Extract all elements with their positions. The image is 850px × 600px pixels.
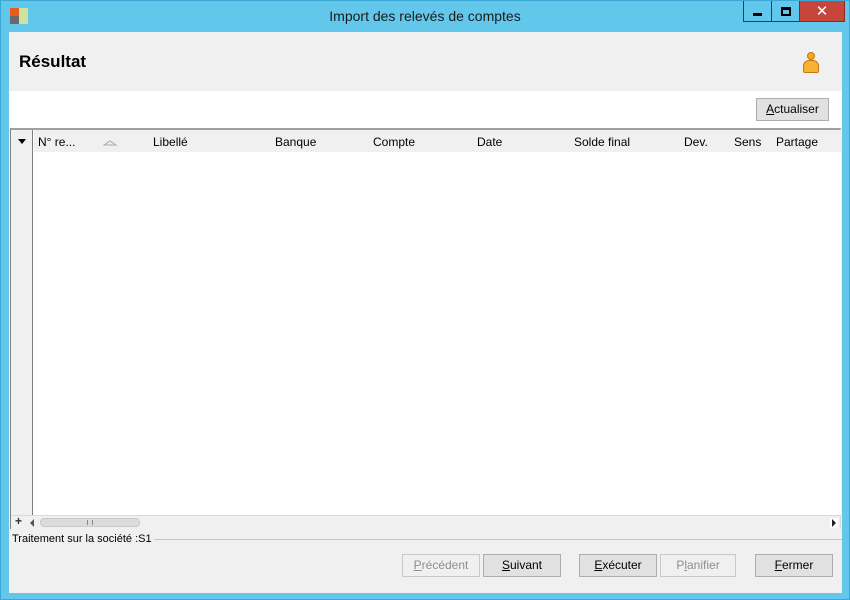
close-accel: F: [774, 558, 782, 572]
maximize-button[interactable]: [771, 1, 800, 22]
minimize-icon: [753, 12, 762, 16]
column-header-libelle[interactable]: Libellé: [153, 135, 188, 149]
grid-body[interactable]: [34, 152, 841, 515]
user-icon[interactable]: [802, 52, 820, 74]
execute-button[interactable]: Exécuter: [579, 554, 657, 577]
column-header-date[interactable]: Date: [477, 135, 502, 149]
previous-accel: P: [413, 558, 422, 572]
status-line: Traitement sur la société :S1: [9, 532, 842, 546]
page-title: Résultat: [19, 52, 87, 71]
toolbar-panel: Actualiser: [9, 91, 842, 128]
refresh-label: ctualiser: [774, 102, 819, 116]
next-accel: S: [501, 558, 510, 572]
execute-label: xécuter: [602, 558, 642, 572]
client-area: Résultat Actualiser N° re... Libellé Ban…: [9, 32, 842, 593]
sort-ascending-icon: [103, 140, 117, 146]
grid-header: N° re... Libellé Banque Compte Date Sold…: [34, 130, 841, 152]
add-row-icon[interactable]: +: [15, 514, 22, 528]
scroll-right-button[interactable]: [830, 518, 838, 528]
status-divider: [149, 539, 842, 540]
scrollbar-thumb[interactable]: [40, 518, 140, 527]
refresh-button[interactable]: Actualiser: [756, 98, 829, 121]
close-icon: ✕: [815, 2, 829, 20]
minimize-button[interactable]: [743, 1, 772, 22]
schedule-button[interactable]: Planifier: [660, 554, 736, 577]
horizontal-scrollbar[interactable]: +: [11, 514, 840, 529]
row-header-column: [11, 130, 33, 515]
chevron-down-icon[interactable]: [18, 139, 26, 144]
close-label: ermer: [782, 558, 814, 572]
scroll-right-icon: [832, 519, 836, 527]
column-header-solde[interactable]: Solde final: [574, 135, 630, 149]
schedule-label: anifier: [687, 558, 720, 572]
maximize-icon: [780, 6, 791, 16]
title-bar[interactable]: Import des relevés de comptes ✕: [1, 1, 849, 31]
column-header-sens[interactable]: Sens: [734, 135, 761, 149]
column-header-numero[interactable]: N° re...: [38, 135, 75, 149]
results-grid[interactable]: N° re... Libellé Banque Compte Date Sold…: [10, 128, 841, 529]
refresh-accel: A: [766, 102, 775, 116]
column-header-partage[interactable]: Partage: [776, 135, 818, 149]
column-header-devise[interactable]: Dev.: [684, 135, 708, 149]
close-window-button[interactable]: ✕: [799, 1, 845, 22]
next-label: uivant: [509, 558, 543, 572]
next-button[interactable]: Suivant: [483, 554, 561, 577]
column-header-compte[interactable]: Compte: [373, 135, 415, 149]
window-title: Import des relevés de comptes: [329, 8, 521, 24]
previous-button[interactable]: Précédent: [402, 554, 480, 577]
column-header-banque[interactable]: Banque: [275, 135, 316, 149]
header-panel: Résultat: [9, 32, 842, 91]
status-text: Traitement sur la société :S1: [12, 533, 154, 545]
previous-label: récédent: [421, 558, 469, 572]
window: Import des relevés de comptes ✕ Résultat…: [0, 0, 850, 600]
scroll-left-icon[interactable]: [30, 519, 34, 527]
close-button[interactable]: Fermer: [755, 554, 833, 577]
